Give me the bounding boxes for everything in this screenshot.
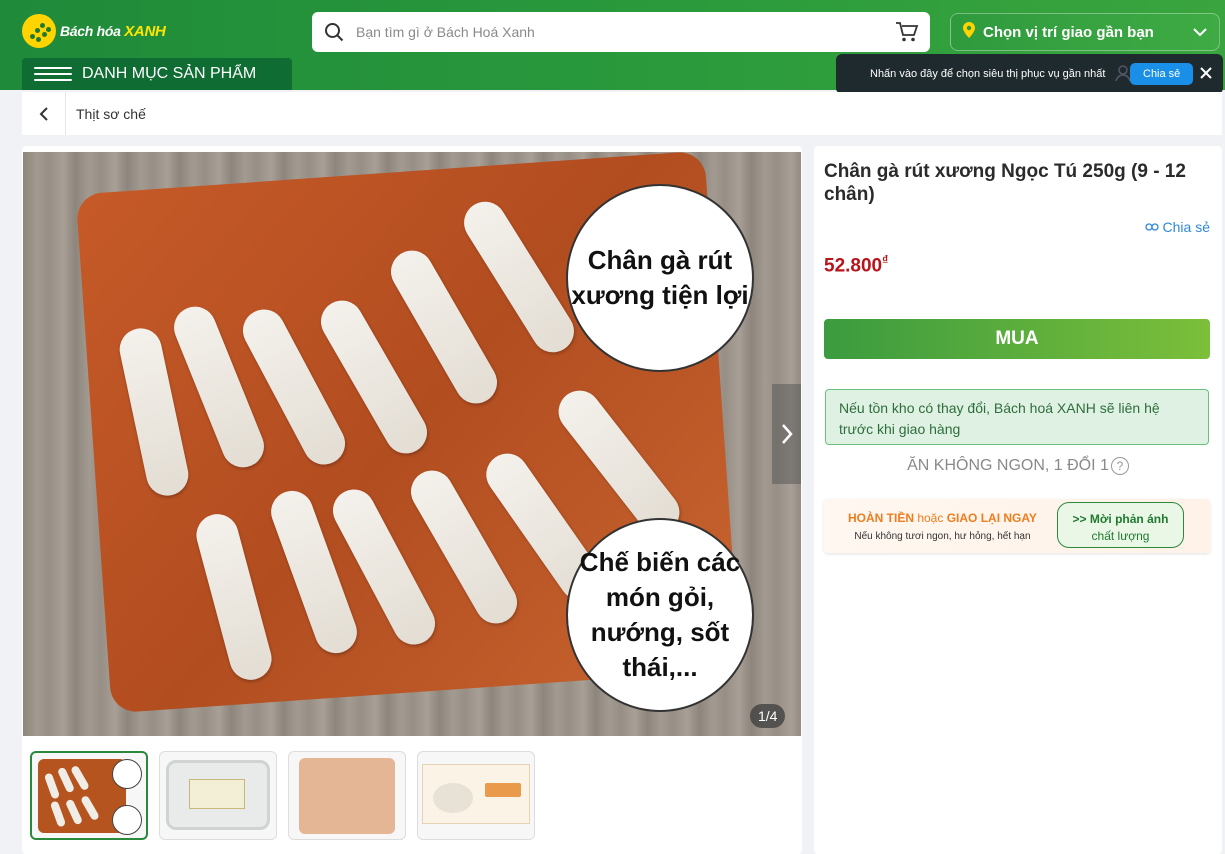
category-menu-label: DANH MỤC SẢN PHẨM <box>82 65 257 82</box>
product-info-panel: Chân gà rút xương Ngọc Tú 250g (9 - 12 c… <box>814 146 1222 854</box>
thumbnail-strip <box>30 751 535 840</box>
chevron-left-icon <box>39 106 48 121</box>
thumbnail-2[interactable] <box>159 751 277 840</box>
refund-title: HOÀN TIỀN hoặc GIAO LẠI NGAY <box>848 511 1037 525</box>
location-selector[interactable]: Chọn vị trí giao gần bạn <box>950 13 1220 51</box>
logo-text: Bách hóa XANH <box>60 22 166 40</box>
product-main-image[interactable]: Chân gà rút xương tiện lợi Chế biến các … <box>23 152 801 736</box>
close-icon[interactable] <box>1199 66 1213 83</box>
question-icon[interactable]: ? <box>1110 457 1129 475</box>
caption-bubble-top: Chân gà rút xương tiện lợi <box>566 184 754 372</box>
refund-banner: HOÀN TIỀN hoặc GIAO LẠI NGAY Nếu không t… <box>824 499 1210 553</box>
share-label: Chia sẻ <box>1162 219 1210 235</box>
thumbnail-4[interactable] <box>417 751 535 840</box>
product-gallery: Chân gà rút xương tiện lợi Chế biến các … <box>22 146 802 854</box>
image-counter: 1/4 <box>750 704 786 728</box>
share-link[interactable]: Chia sẻ <box>1144 219 1210 235</box>
link-icon <box>1144 223 1159 231</box>
thumbnail-1[interactable] <box>30 751 148 840</box>
stock-notice: Nếu tồn kho có thay đổi, Bách hoá XANH s… <box>825 389 1209 445</box>
category-menu-button[interactable]: DANH MỤC SẢN PHẨM <box>22 58 292 90</box>
tooltip-share-button[interactable]: Chia sẻ <box>1130 63 1194 85</box>
breadcrumb: Thịt sơ chế <box>22 92 1222 135</box>
hamburger-icon <box>34 67 72 81</box>
chevron-down-icon <box>1193 24 1207 41</box>
cart-icon[interactable] <box>884 21 930 43</box>
search-input[interactable] <box>356 13 884 51</box>
chevron-right-icon <box>782 424 793 444</box>
back-button[interactable] <box>22 92 66 135</box>
guarantee-text[interactable]: ĂN KHÔNG NGON, 1 ĐỔI 1 ? <box>814 457 1222 475</box>
product-title: Chân gà rút xương Ngọc Tú 250g (9 - 12 c… <box>824 161 1186 205</box>
next-image-button[interactable] <box>772 384 801 484</box>
thumbnail-3[interactable] <box>288 751 406 840</box>
search-icon[interactable] <box>312 22 356 42</box>
breadcrumb-category[interactable]: Thịt sơ chế <box>66 106 146 122</box>
logo[interactable]: Bách hóa XANH <box>22 14 166 48</box>
location-tooltip: Nhấn vào đây để chọn siêu thị phục vụ gầ… <box>836 54 1223 94</box>
search-bar <box>312 12 930 52</box>
feedback-button[interactable]: >> Mời phản ánh chất lượng <box>1057 502 1184 548</box>
caption-bubble-bottom: Chế biến các món gỏi, nướng, sốt thái,..… <box>566 518 754 712</box>
location-label: Chọn vị trí giao gần bạn <box>983 23 1154 41</box>
logo-icon <box>22 14 56 48</box>
buy-button[interactable]: MUA <box>824 319 1210 359</box>
tooltip-text: Nhấn vào đây để chọn siêu thị phục vụ gầ… <box>870 68 1106 80</box>
map-pin-icon <box>963 22 975 42</box>
product-price: 52.800₫ <box>824 253 889 277</box>
refund-subtitle: Nếu không tươi ngon, hư hỏng, hết hạn <box>854 531 1031 542</box>
